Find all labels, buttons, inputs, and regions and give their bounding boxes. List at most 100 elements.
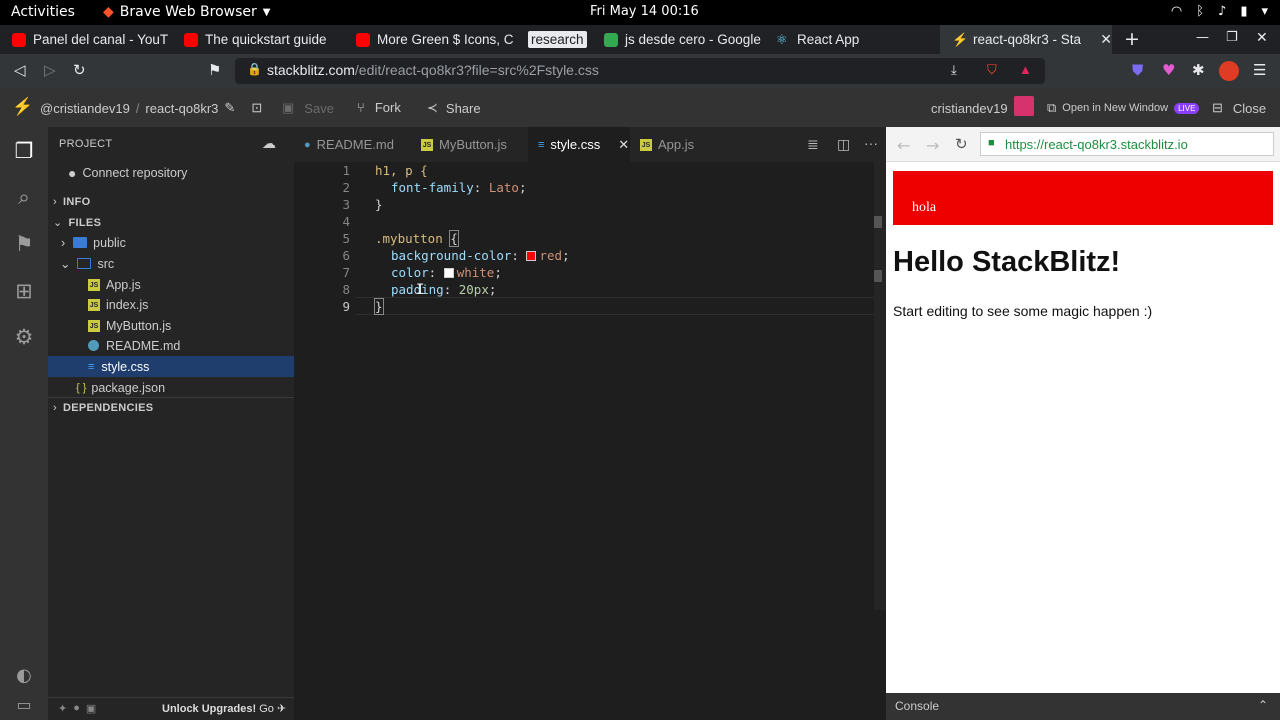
tree-item-app-js[interactable]: JS App.js [48,274,294,295]
stackblitz-logo-icon[interactable]: ⚡ [12,97,33,117]
split-editor-icon[interactable]: ◫ [837,136,850,153]
browser-tab[interactable]: Panel del canal - YouT [0,25,172,54]
chevron-right-icon: › [53,402,57,414]
files-section-header[interactable]: ⌄ FILES [48,212,294,233]
tab-readme[interactable]: ● README.md [294,127,411,162]
power-menu-icon[interactable]: ▾ [1261,4,1268,19]
browser-tab[interactable]: More Green $ Icons, C [344,25,516,54]
info-section-header[interactable]: › INFO [48,191,294,212]
browser-tab[interactable]: research [516,25,592,54]
tab-label: js desde cero - Google [625,32,761,47]
back-arrow-icon[interactable]: ◁ [14,61,26,79]
profile-avatar[interactable] [1219,61,1239,81]
save-button[interactable]: ▣ Save [282,100,334,116]
open-new-window-button[interactable]: ⧉ Open in New Window LIVE [1047,100,1200,116]
browser-tab[interactable]: The quickstart guide [172,25,344,54]
browser-tab[interactable]: js desde cero - Google [592,25,764,54]
menu-icon[interactable]: ☰ [1253,61,1266,79]
js-file-icon: JS [421,138,433,151]
forward-arrow-icon[interactable]: → [926,136,939,155]
system-tray[interactable]: ◠ ᛒ ♪ ▮ ▾ [1171,4,1268,19]
share-icon: ≺ [427,100,438,115]
brave-rewards-icon[interactable]: ▲ [1019,62,1032,77]
firebase-icon[interactable]: ⚑ [12,232,36,256]
console-panel[interactable]: Console ⌃ [886,693,1280,720]
bookmark-icon[interactable]: ⚑ [208,61,221,79]
close-tab-icon[interactable]: ✕ [618,137,629,153]
address-bar[interactable]: 🔒 stackblitz.com/edit/react-qo8kr3?file=… [235,58,1045,84]
user-menu[interactable]: cristiandev19 [931,96,1034,116]
extensions-icon[interactable]: ⊞ [12,279,36,303]
search-icon[interactable]: ⌕ [12,185,36,209]
project-name[interactable]: react-qo8kr3 [145,101,218,116]
tab-style-css[interactable]: ≡ style.css ✕ [528,127,630,162]
tree-item-mybutton-js[interactable]: JS MyButton.js [48,315,294,336]
settings-gear-icon[interactable]: ⚙ [12,325,36,349]
tree-item-src[interactable]: ⌄ src [48,253,294,274]
chevron-down-icon: ▼ [262,6,271,18]
color-swatch[interactable] [526,251,537,261]
dependencies-section-header[interactable]: › DEPENDENCIES [48,397,294,418]
tab-label: App.js [658,137,695,152]
tree-item-public[interactable]: › public [48,232,294,253]
css-value: white [456,265,495,280]
close-preview-button[interactable]: ⊟ Close [1212,100,1266,116]
theme-toggle-icon[interactable]: ◐ [12,664,36,688]
layout-icon[interactable]: ▭ [12,693,36,717]
tree-item-style-css[interactable]: ≡ style.css [48,356,294,377]
editor-scrollbar[interactable] [874,162,886,610]
forward-arrow-icon[interactable]: ▷ [44,61,56,79]
more-actions-icon[interactable]: ··· [864,135,878,151]
react-icon: ⚛ [776,31,788,47]
files-icon[interactable]: ❐ [12,139,36,163]
brave-shields-icon[interactable]: ⛉ [987,62,997,78]
code-editor[interactable]: 1 2 3 4 5 6 7 8 9 h1, p { font-family: L… [294,162,874,720]
extensions-puzzle-icon[interactable]: ✱ [1192,61,1205,79]
hola-button[interactable]: hola [893,171,1273,225]
back-arrow-icon[interactable]: ← [897,136,910,155]
css-property: font-family [391,180,474,195]
project-owner[interactable]: @cristiandev19 [40,101,130,116]
close-tab-icon[interactable]: ✕ [1100,31,1112,48]
twitter-icon[interactable]: ✦ [58,702,67,715]
maximize-window-button[interactable]: ❐ [1226,30,1238,45]
network-icon[interactable]: ◠ [1171,4,1182,19]
discord-icon[interactable]: ▣ [86,702,96,715]
extension-heart-icon[interactable]: ♥ [1162,61,1175,79]
line-number: 9 [342,299,350,314]
bitwarden-extension-icon[interactable]: ⛊ [1132,61,1143,79]
preview-url-field[interactable]: ■ https://react-qo8kr3.stackblitz.io [980,132,1274,156]
browser-tab-active[interactable]: ⚡ react-qo8kr3 - Sta ✕ [940,25,1112,54]
reload-icon[interactable]: ↻ [73,61,86,79]
volume-icon[interactable]: ♪ [1218,4,1226,19]
new-tab-button[interactable]: + [1124,28,1140,50]
fork-button[interactable]: ⑂ Fork [357,100,401,115]
tab-mybutton[interactable]: JS MyButton.js [411,127,528,162]
activities-button[interactable]: Activities [11,4,75,20]
close-window-button[interactable]: ✕ [1256,30,1268,46]
app-menu[interactable]: ◆ Brave Web Browser ▼ [103,4,270,20]
github-icon[interactable]: ● [73,702,80,714]
reload-icon[interactable]: ↻ [955,135,968,153]
unlock-upgrades-link[interactable]: Unlock Upgrades! Go ✈ [162,702,286,715]
tab-app-js[interactable]: JS App.js [630,127,730,162]
chevron-up-icon[interactable]: ⌃ [1258,698,1268,712]
connect-repository-button[interactable]: ● Connect repository [48,162,294,183]
pencil-icon[interactable]: ✎ [224,100,235,116]
browser-tab[interactable]: ⚛ React App [764,25,936,54]
battery-icon[interactable]: ▮ [1240,4,1247,19]
share-button[interactable]: ≺ Share [427,100,481,116]
color-swatch[interactable] [443,268,454,278]
format-icon[interactable]: ≣ [807,136,819,153]
download-cloud-icon[interactable]: ☁ [262,135,276,152]
install-icon[interactable]: ⤓ [951,62,957,78]
tree-item-index-js[interactable]: JS index.js [48,294,294,315]
bluetooth-icon[interactable]: ᛒ [1196,4,1204,19]
lock-icon[interactable]: ⊡ [251,100,262,116]
tree-item-package-json[interactable]: { } package.json [48,377,294,398]
code-line-7: color: white; [391,265,502,280]
tree-item-readme-md[interactable]: README.md [48,335,294,356]
minimize-window-button[interactable]: — [1196,30,1209,45]
scrollbar-thumb[interactable] [874,216,882,228]
clock[interactable]: Fri May 14 00:16 [590,4,699,19]
